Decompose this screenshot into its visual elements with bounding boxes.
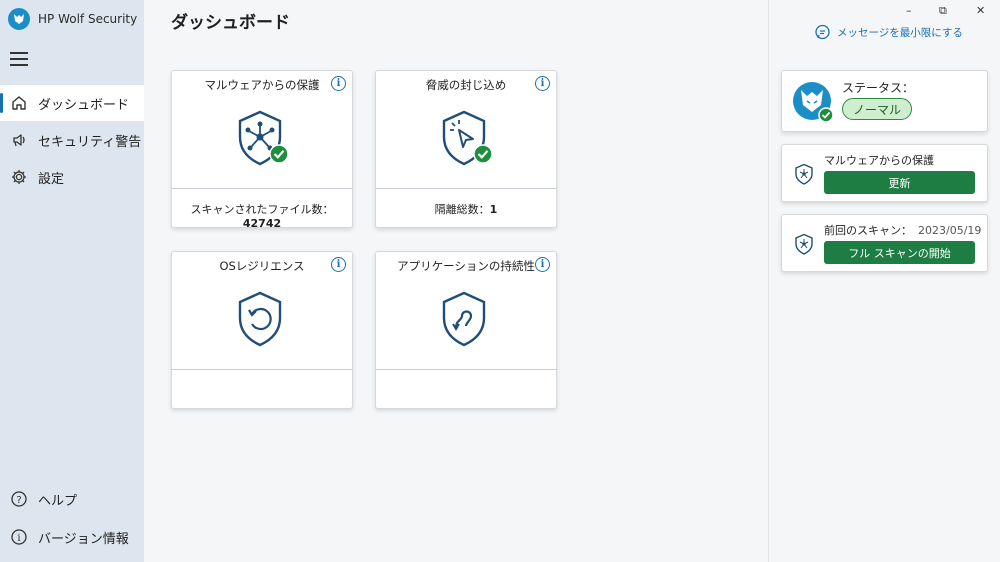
info-icon: i [11, 529, 27, 545]
last-scan-date: 2023/05/19 [918, 224, 982, 237]
sidebar-item-version[interactable]: i バージョン情報 [0, 519, 144, 555]
sidebar-item-label: 設定 [38, 171, 65, 187]
os-resilience-card[interactable]: OSレジリエンス i [171, 251, 353, 409]
footer-label: スキャンされたファイル数： [190, 203, 334, 216]
card-footer: スキャンされたファイル数：42742 [172, 201, 352, 230]
full-scan-button[interactable]: フル スキャンの開始 [824, 241, 975, 264]
status-card: ステータス： ノーマル [781, 70, 988, 132]
wolf-avatar-icon [793, 82, 834, 123]
card-footer: 隔離総数：1 [376, 201, 556, 217]
app-title: HP Wolf Security [38, 12, 138, 26]
card-divider [376, 369, 556, 370]
update-button[interactable]: 更新 [824, 171, 975, 194]
card-divider [172, 369, 352, 370]
card-title: OSレジリエンス [219, 259, 305, 273]
malware-card-title: マルウェアからの保護 [824, 154, 934, 167]
info-icon[interactable]: i [331, 257, 346, 272]
sidebar-item-settings[interactable]: 設定 [0, 159, 144, 195]
status-label: ステータス： [842, 81, 915, 95]
alert-speaker-icon [13, 134, 25, 147]
svg-text:?: ? [16, 495, 21, 506]
network-shield-icon [238, 110, 289, 166]
footer-value: 42742 [242, 217, 282, 230]
page-title: ダッシュボード [171, 13, 290, 33]
status-badge: ノーマル [842, 98, 912, 120]
restore-shield-icon [238, 291, 282, 347]
sidebar-item-label: セキュリティ警告 [38, 134, 142, 150]
sidebar-item-help[interactable]: ? ヘルプ [0, 481, 144, 517]
card-divider [376, 188, 556, 189]
malware-update-card: マルウェアからの保護 更新 [781, 144, 988, 202]
footer-label: 隔離総数： [434, 203, 490, 216]
card-title: 脅威の封じ込め [425, 78, 507, 92]
sidebar-item-label: ダッシュボード [38, 97, 130, 113]
loop-shield-icon [442, 291, 486, 347]
sidebar-item-label: バージョン情報 [38, 531, 129, 547]
cursor-shield-icon [442, 110, 493, 166]
network-shield-icon [795, 163, 813, 185]
gear-icon [12, 170, 26, 184]
last-scan-label: 前回のスキャン： [824, 224, 912, 237]
info-icon[interactable]: i [535, 257, 550, 272]
card-title: アプリケーションの持続性 [397, 259, 535, 273]
hamburger-menu-icon[interactable] [10, 52, 28, 66]
close-window-button[interactable]: ✕ [976, 4, 985, 17]
scan-card-title: 前回のスキャン： 2023/05/19 [824, 222, 981, 238]
malware-protection-card[interactable]: マルウェアからの保護 i スキャンされたファイル数：42742 [171, 70, 353, 230]
info-icon[interactable]: i [331, 76, 346, 91]
restore-window-button[interactable]: ⧉ [939, 4, 947, 18]
threat-containment-card[interactable]: 脅威の封じ込め i 隔離総数：1 [375, 70, 557, 228]
minimize-messages-link[interactable]: メッセージを最小限にする [814, 24, 963, 41]
sidebar-item-dashboard[interactable]: ダッシュボード [0, 85, 144, 121]
info-icon[interactable]: i [535, 76, 550, 91]
scan-card: 前回のスキャン： 2023/05/19 フル スキャンの開始 [781, 214, 988, 272]
sidebar: HP Wolf Security ダッシュボード セキュリティ警告 設定 ? ヘ… [0, 0, 144, 562]
help-icon: ? [11, 491, 27, 507]
sidebar-item-label: ヘルプ [38, 493, 78, 509]
app-persistence-card[interactable]: アプリケーションの持続性 i [375, 251, 557, 409]
card-divider [172, 188, 352, 189]
footer-value: 1 [489, 203, 498, 216]
home-icon [12, 96, 26, 110]
wolf-logo-icon [8, 8, 30, 30]
network-shield-icon [795, 233, 813, 255]
minimize-messages-label: メッセージを最小限にする [837, 27, 963, 39]
message-icon [815, 24, 830, 40]
brand: HP Wolf Security [8, 8, 137, 30]
sidebar-item-security-alerts[interactable]: セキュリティ警告 [0, 122, 144, 158]
card-title: マルウェアからの保護 [204, 78, 320, 92]
svg-text:i: i [17, 533, 20, 544]
minimize-window-button[interactable]: – [906, 4, 912, 17]
